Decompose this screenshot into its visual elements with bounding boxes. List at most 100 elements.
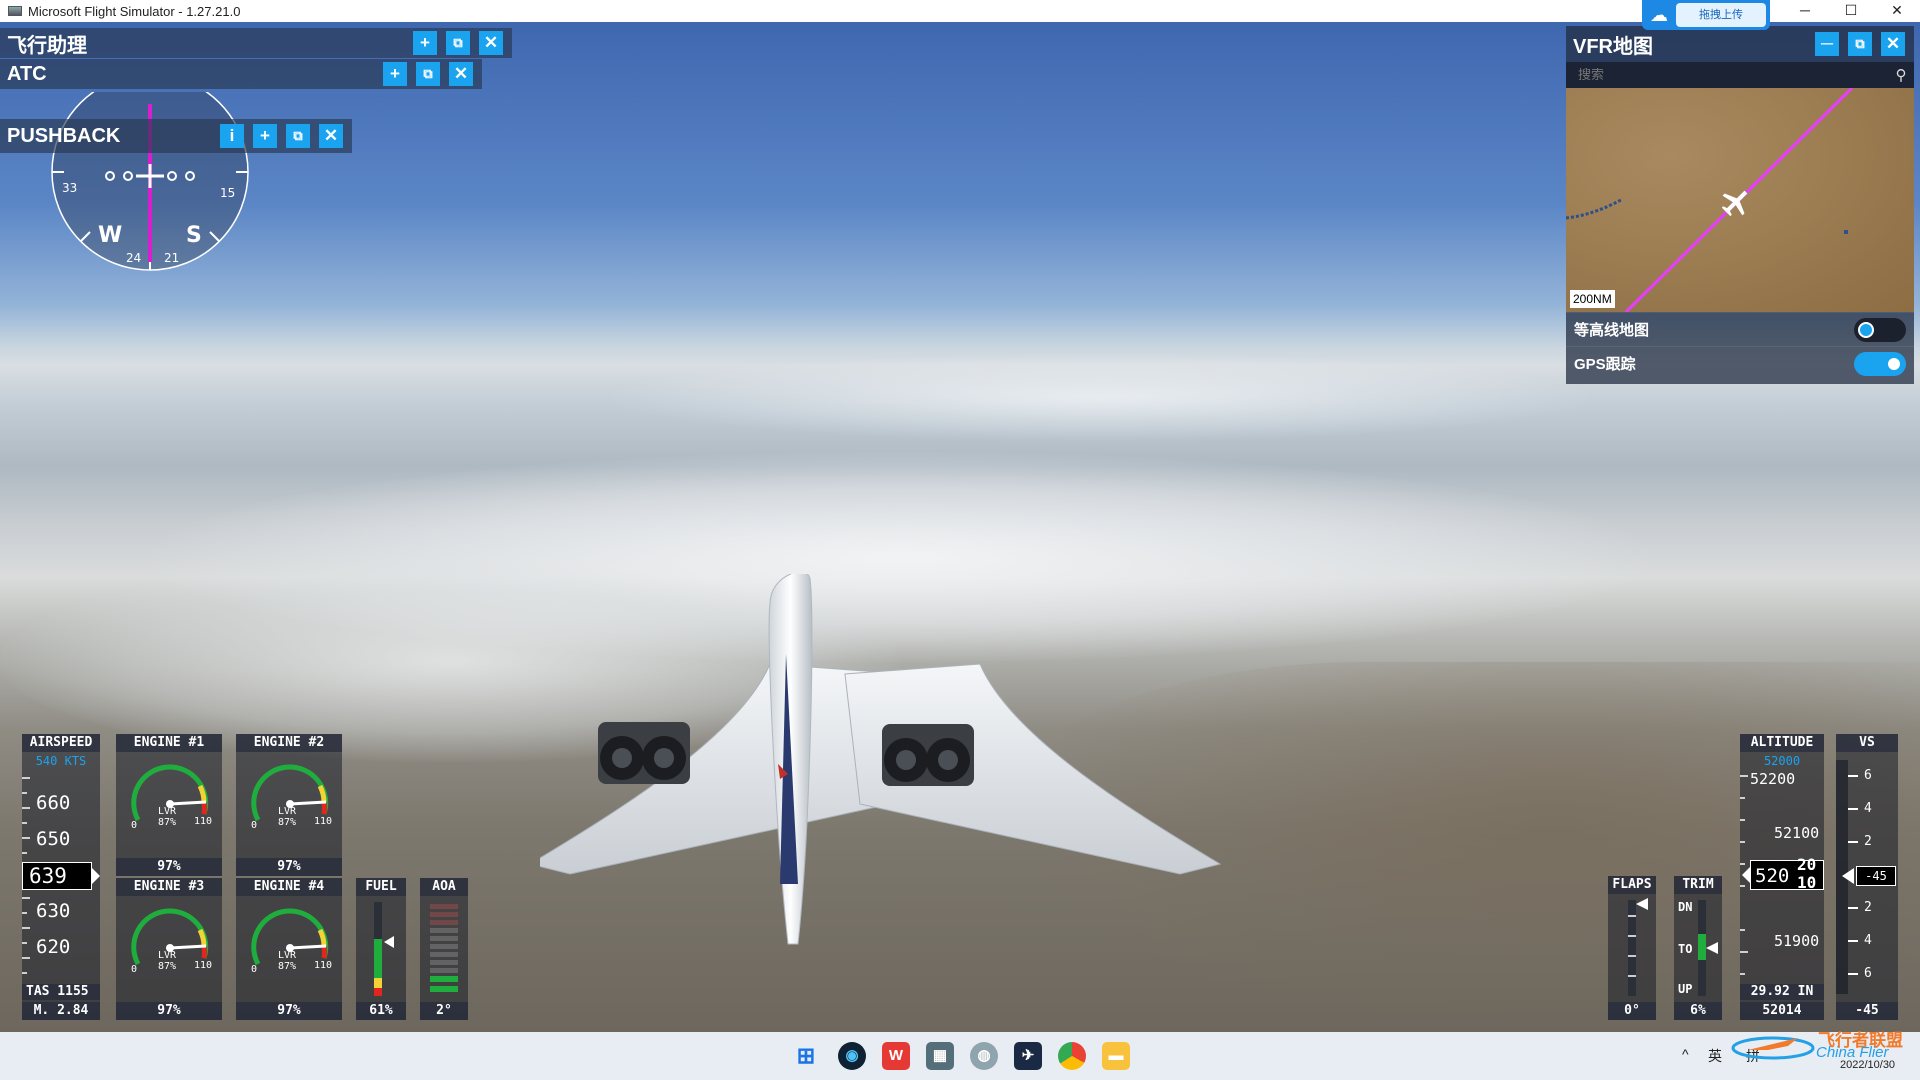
- upload-label: 拖拽上传: [1676, 3, 1766, 27]
- engine-min-label: 0: [131, 820, 138, 831]
- engine-gauge-3: ENGINE #3 0 110 LVR 87% 97%: [116, 878, 222, 1020]
- engine-max-label: 110: [314, 816, 333, 827]
- chrome-icon[interactable]: [1058, 1042, 1086, 1070]
- contour-map-toggle[interactable]: [1854, 317, 1906, 342]
- engine-title: ENGINE #1: [116, 734, 222, 752]
- engine-n1-value: 97%: [116, 858, 222, 876]
- pushback-panel[interactable]: PUSHBACK i + ⧉ ✕: [0, 119, 352, 153]
- vfr-map-close-button[interactable]: ✕: [1881, 32, 1905, 56]
- atc-undock-button[interactable]: ⧉: [416, 62, 440, 86]
- airspeed-tick-660: 660: [36, 792, 71, 814]
- airspeed-tick-620: 620: [36, 936, 71, 958]
- file-explorer-icon[interactable]: ▬: [1102, 1042, 1130, 1070]
- engine-lever: LVR 87%: [272, 950, 302, 972]
- vfr-map-header: VFR地图 ─ ⧉ ✕: [1566, 26, 1914, 62]
- flight-assistant-title: 飞行助理: [7, 34, 87, 57]
- engine-lever-label: LVR: [157, 806, 177, 817]
- engine-gauge-1: ENGINE #1 0 110 LVR 87% 97%: [116, 734, 222, 876]
- maximize-button[interactable]: ☐: [1828, 0, 1874, 22]
- airspeed-tick-630: 630: [36, 900, 71, 922]
- flaps-title: FLAPS: [1608, 876, 1656, 894]
- altitude-bottom: 52014: [1740, 1002, 1824, 1020]
- vs-tick-2-up: 2: [1864, 834, 1872, 849]
- flaps-scale: [1628, 898, 1648, 996]
- vs-tick-6-down: 6: [1864, 966, 1872, 981]
- atc-panel[interactable]: ATC + ⧉ ✕: [0, 59, 482, 89]
- search-icon[interactable]: ⚲: [1888, 66, 1914, 84]
- atc-add-button[interactable]: +: [383, 62, 407, 86]
- vfr-map-view[interactable]: 200NM: [1566, 88, 1914, 312]
- pushback-add-button[interactable]: +: [253, 124, 277, 148]
- engine-max-label: 110: [194, 960, 213, 971]
- engine-title: ENGINE #3: [116, 878, 222, 896]
- flight-assistant-close-button[interactable]: ✕: [479, 31, 503, 55]
- engine-min-label: 0: [251, 964, 258, 975]
- tray-ime[interactable]: 英: [1708, 1046, 1722, 1066]
- vfr-map-minimize-button[interactable]: ─: [1815, 32, 1839, 56]
- photos-icon[interactable]: ▦: [926, 1042, 954, 1070]
- minimize-button[interactable]: ─: [1782, 0, 1828, 22]
- engine-dial: [251, 764, 329, 822]
- altitude-roll-top: 20: [1797, 855, 1817, 874]
- vfr-search-input[interactable]: [1566, 67, 1888, 83]
- map-scale-label: 200NM: [1570, 290, 1615, 308]
- baro-setting[interactable]: 29.92 IN: [1740, 984, 1824, 1000]
- altitude-indicator: ALTITUDE 52000 52200 52100 51900 520 20 …: [1740, 734, 1824, 1020]
- wps-office-icon[interactable]: W: [882, 1042, 910, 1070]
- altitude-tick-52100: 52100: [1774, 824, 1820, 842]
- engine-lever: LVR 87%: [152, 806, 182, 828]
- vfr-map-panel: VFR地图 ─ ⧉ ✕ ⚲ 200NM 等高线地图 GPS跟踪: [1566, 26, 1914, 384]
- flight-assistant-undock-button[interactable]: ⧉: [446, 31, 470, 55]
- gps-track-toggle[interactable]: [1854, 351, 1906, 376]
- engine-gauge-4: ENGINE #4 0 110 LVR 87% 97%: [236, 878, 342, 1020]
- upload-widget[interactable]: ☁ 拖拽上传: [1642, 0, 1770, 30]
- vs-tick-2-down: 2: [1864, 900, 1872, 915]
- atc-close-button[interactable]: ✕: [449, 62, 473, 86]
- tray-chevron-icon[interactable]: ^: [1682, 1046, 1689, 1062]
- altitude-current-main: 520: [1755, 865, 1790, 887]
- watermark-en: China Flier: [1816, 1044, 1889, 1061]
- altitude-current-box: 520 20 10: [1750, 855, 1824, 892]
- flight-assistant-panel[interactable]: 飞行助理 + ⧉ ✕: [0, 28, 512, 58]
- fuel-title: FUEL: [356, 878, 406, 896]
- engine-dial: [251, 908, 329, 966]
- engine-max-label: 110: [194, 816, 213, 827]
- app-circle-icon[interactable]: ◉: [838, 1042, 866, 1070]
- aoa-gauge: AOA 2°: [420, 878, 468, 1020]
- engine-dial: [131, 764, 209, 822]
- close-button[interactable]: ✕: [1874, 0, 1920, 22]
- network-globe-icon[interactable]: ◍: [970, 1042, 998, 1070]
- engine-lever-label: LVR: [277, 950, 297, 961]
- altitude-pointer: [1742, 867, 1750, 883]
- engine-dial: [131, 908, 209, 966]
- vs-value: -45: [1836, 1002, 1898, 1020]
- engine-lever-label: LVR: [277, 806, 297, 817]
- fuel-value: 61%: [356, 1002, 406, 1020]
- pushback-info-button[interactable]: i: [220, 124, 244, 148]
- engine-min-label: 0: [251, 820, 258, 831]
- windows-start-icon[interactable]: ⊞: [792, 1042, 820, 1070]
- fuel-bar: [374, 902, 394, 996]
- vs-tick-6-up: 6: [1864, 768, 1872, 783]
- engine-lever: LVR 87%: [152, 950, 182, 972]
- vfr-map-title: VFR地图: [1573, 35, 1653, 58]
- flight-assistant-add-button[interactable]: +: [413, 31, 437, 55]
- flight-simulator-icon[interactable]: ✈: [1014, 1042, 1042, 1070]
- engine-lever-value: 87%: [157, 961, 177, 972]
- pushback-undock-button[interactable]: ⧉: [286, 124, 310, 148]
- vfr-search-bar: ⚲: [1566, 62, 1914, 88]
- engine-n1-value: 97%: [236, 1002, 342, 1020]
- aoa-bar: [430, 904, 458, 992]
- atc-title: ATC: [7, 62, 47, 85]
- china-flier-watermark: 飞行者联盟 China Flier: [1728, 1020, 1918, 1070]
- engine-lever-value: 87%: [277, 961, 297, 972]
- true-airspeed: TAS 1155: [22, 984, 100, 1000]
- pushback-close-button[interactable]: ✕: [319, 124, 343, 148]
- aircraft-concorde: [540, 574, 1222, 945]
- vfr-map-undock-button[interactable]: ⧉: [1848, 32, 1872, 56]
- gps-track-option: GPS跟踪: [1566, 346, 1914, 380]
- airspeed-current: 639: [22, 862, 92, 890]
- altitude-tick-51900: 51900: [1774, 932, 1820, 950]
- airspeed-title: AIRSPEED: [22, 734, 100, 752]
- compass-label-s: S: [186, 223, 202, 248]
